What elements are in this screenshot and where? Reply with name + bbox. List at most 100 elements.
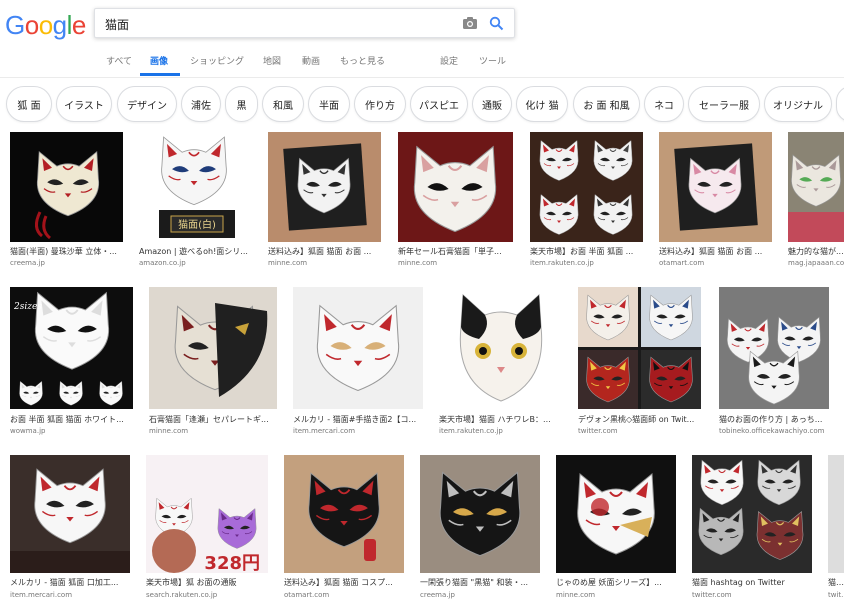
result-title[interactable]: 送料込み】狐面 猫面 コスプ... <box>284 577 404 588</box>
result-site: item.rakuten.co.jp <box>530 259 594 267</box>
tab-videos[interactable]: 動画 <box>302 54 320 67</box>
chip[interactable]: 半面 <box>308 86 350 122</box>
image-result[interactable]: 送料込み】狐面 猫面 お面 ... minne.com <box>268 132 381 270</box>
result-title[interactable]: メルカリ - 猫面 狐面 口加工... <box>10 577 130 588</box>
chip[interactable]: ネコ <box>644 86 684 122</box>
result-title[interactable]: 送料込み】狐面 猫面 お面 ... <box>268 246 381 257</box>
result-title[interactable]: Amazon | 遊べるoh!面シリ... <box>139 246 252 257</box>
image-thumbnail[interactable] <box>284 455 404 573</box>
logo-letter: G <box>5 10 25 40</box>
chip[interactable]: 化け 猫 <box>516 86 568 122</box>
image-thumbnail[interactable] <box>398 132 513 242</box>
image-result[interactable]: 楽天市場】お面 半面 狐面 ... item.rakuten.co.jp <box>530 132 643 270</box>
image-thumbnail[interactable] <box>420 455 540 573</box>
result-title[interactable]: 石膏猫面「逢瀬」セパレートギ... <box>149 414 277 425</box>
image-thumbnail[interactable] <box>149 287 277 409</box>
tab-images[interactable]: 画像 <box>150 54 168 67</box>
tab-more[interactable]: もっと見る <box>340 54 385 67</box>
result-title[interactable]: 猫面... <box>828 577 844 588</box>
result-title[interactable]: メルカリ - 猫面#手描き面2【コ... <box>293 414 423 425</box>
result-site: minne.com <box>149 427 189 435</box>
chip[interactable] <box>836 86 844 122</box>
chip[interactable]: セーラー服 <box>688 86 760 122</box>
logo-letter: e <box>71 10 86 40</box>
tab-tools[interactable]: ツール <box>479 54 506 67</box>
image-result[interactable]: 猫面(白) Amazon | 遊べるoh!面シリ... amazon.co.jp <box>139 132 252 270</box>
chip[interactable]: 作り方 <box>354 86 406 122</box>
related-searches-chips: 狐 面 イラスト デザイン 浦佐 黒 和風 半面 作り方 パスピエ 通販 化け … <box>0 86 844 124</box>
image-thumbnail[interactable] <box>439 287 562 409</box>
chip[interactable]: 和風 <box>262 86 304 122</box>
chip[interactable]: 黒 <box>225 86 258 122</box>
image-result[interactable]: 猫面(半面) 曼珠沙華 立体・... creema.jp <box>10 132 123 270</box>
image-thumbnail[interactable] <box>578 287 701 409</box>
image-result[interactable]: 新年セール石膏猫面「単子... minne.com <box>398 132 513 270</box>
cat-mask-image <box>556 455 676 573</box>
image-thumbnail[interactable] <box>692 455 812 573</box>
image-thumbnail[interactable] <box>268 132 381 242</box>
image-thumbnail[interactable] <box>828 455 844 573</box>
image-result[interactable]: 石膏猫面「逢瀬」セパレートギ... minne.com <box>149 287 277 437</box>
image-thumbnail[interactable] <box>788 132 844 242</box>
result-site: tobineko.officekawachiyo.com <box>719 427 825 435</box>
image-result[interactable]: 一閑張り猫面 "黒猫" 和装・... creema.jp <box>420 455 540 605</box>
image-result[interactable]: 楽天市場】猫面 ハチワレB：... item.rakuten.co.jp <box>439 287 562 437</box>
chip[interactable]: オリジナル <box>764 86 832 122</box>
chip[interactable]: 狐 面 <box>6 86 52 122</box>
result-title[interactable]: 猫面 hashtag on Twitter <box>692 577 812 588</box>
image-result[interactable]: 送料込み】狐面 猫面 お面 ... otamart.com <box>659 132 772 270</box>
image-thumbnail[interactable] <box>659 132 772 242</box>
image-result[interactable]: 猫面 hashtag on Twitter twitter.com <box>692 455 812 605</box>
result-site: twitter.com <box>578 427 618 435</box>
image-result[interactable]: じゃのめ屋 妖面シリーズ】... minne.com <box>556 455 676 605</box>
result-site: creema.jp <box>10 259 45 267</box>
result-title[interactable]: 楽天市場】狐 お面の通販 <box>146 577 268 588</box>
result-title[interactable]: 楽天市場】お面 半面 狐面 ... <box>530 246 643 257</box>
search-icon[interactable] <box>489 16 504 31</box>
image-thumbnail[interactable]: 2sizes <box>10 287 133 409</box>
image-thumbnail[interactable] <box>719 287 829 409</box>
result-title[interactable]: 猫面(半面) 曼珠沙華 立体・... <box>10 246 123 257</box>
result-title[interactable]: 猫のお面の作り方 | あっち... <box>719 414 829 425</box>
chip[interactable]: イラスト <box>56 86 112 122</box>
image-thumbnail[interactable] <box>556 455 676 573</box>
result-title[interactable]: 一閑張り猫面 "黒猫" 和装・... <box>420 577 540 588</box>
image-thumbnail[interactable] <box>530 132 643 242</box>
result-title[interactable]: 魅力的な猫が... <box>788 246 844 257</box>
result-title[interactable]: 新年セール石膏猫面「単子... <box>398 246 513 257</box>
image-result[interactable]: 猫のお面の作り方 | あっち... tobineko.officekawachi… <box>719 287 829 437</box>
search-input[interactable] <box>105 15 445 33</box>
image-result[interactable]: 送料込み】狐面 猫面 コスプ... otamart.com <box>284 455 404 605</box>
tab-maps[interactable]: 地図 <box>263 54 281 67</box>
chip[interactable]: 通販 <box>472 86 512 122</box>
result-title[interactable]: お面 半面 狐面 猫面 ホワイト... <box>10 414 133 425</box>
tab-settings[interactable]: 設定 <box>440 54 458 67</box>
chip[interactable]: お 面 和風 <box>573 86 640 122</box>
chip[interactable]: 浦佐 <box>181 86 221 122</box>
image-result[interactable]: 魅力的な猫が... mag.japaaan.com <box>788 132 844 270</box>
tab-shopping[interactable]: ショッピング <box>190 54 244 67</box>
camera-icon[interactable] <box>462 16 478 30</box>
image-result[interactable]: メルカリ - 猫面 狐面 口加工... item.mercari.com <box>10 455 130 605</box>
image-thumbnail[interactable] <box>10 455 130 573</box>
result-title[interactable]: 楽天市場】猫面 ハチワレB：... <box>439 414 562 425</box>
image-thumbnail[interactable]: 猫面(白) <box>139 132 252 242</box>
result-title[interactable]: 送料込み】狐面 猫面 お面 ... <box>659 246 772 257</box>
tab-all[interactable]: すべて <box>106 54 132 67</box>
image-result[interactable]: 2sizes お面 半面 狐面 猫面 ホワイト... wowma.jp <box>10 287 133 437</box>
chip[interactable]: パスピエ <box>410 86 468 122</box>
image-thumbnail[interactable]: 328円 <box>146 455 268 573</box>
image-result[interactable]: メルカリ - 猫面#手描き面2【コ... item.mercari.com <box>293 287 423 437</box>
result-site: item.mercari.com <box>10 591 73 599</box>
image-thumbnail[interactable] <box>10 132 123 242</box>
chip[interactable]: デザイン <box>117 86 177 122</box>
image-result[interactable]: 328円 楽天市場】狐 お面の通販 search.rakuten.co.jp <box>146 455 268 605</box>
result-site: minne.com <box>556 591 596 599</box>
result-site: twitter.com <box>692 591 732 599</box>
image-result[interactable]: デヴォン黒桃◇猫面師 on Twit... twitter.com <box>578 287 701 437</box>
result-title[interactable]: じゃのめ屋 妖面シリーズ】... <box>556 577 676 588</box>
image-thumbnail[interactable] <box>293 287 423 409</box>
image-result[interactable]: 猫面... twit... <box>828 455 844 605</box>
google-logo[interactable]: Google <box>5 10 86 41</box>
result-title[interactable]: デヴォン黒桃◇猫面師 on Twit... <box>578 414 701 425</box>
